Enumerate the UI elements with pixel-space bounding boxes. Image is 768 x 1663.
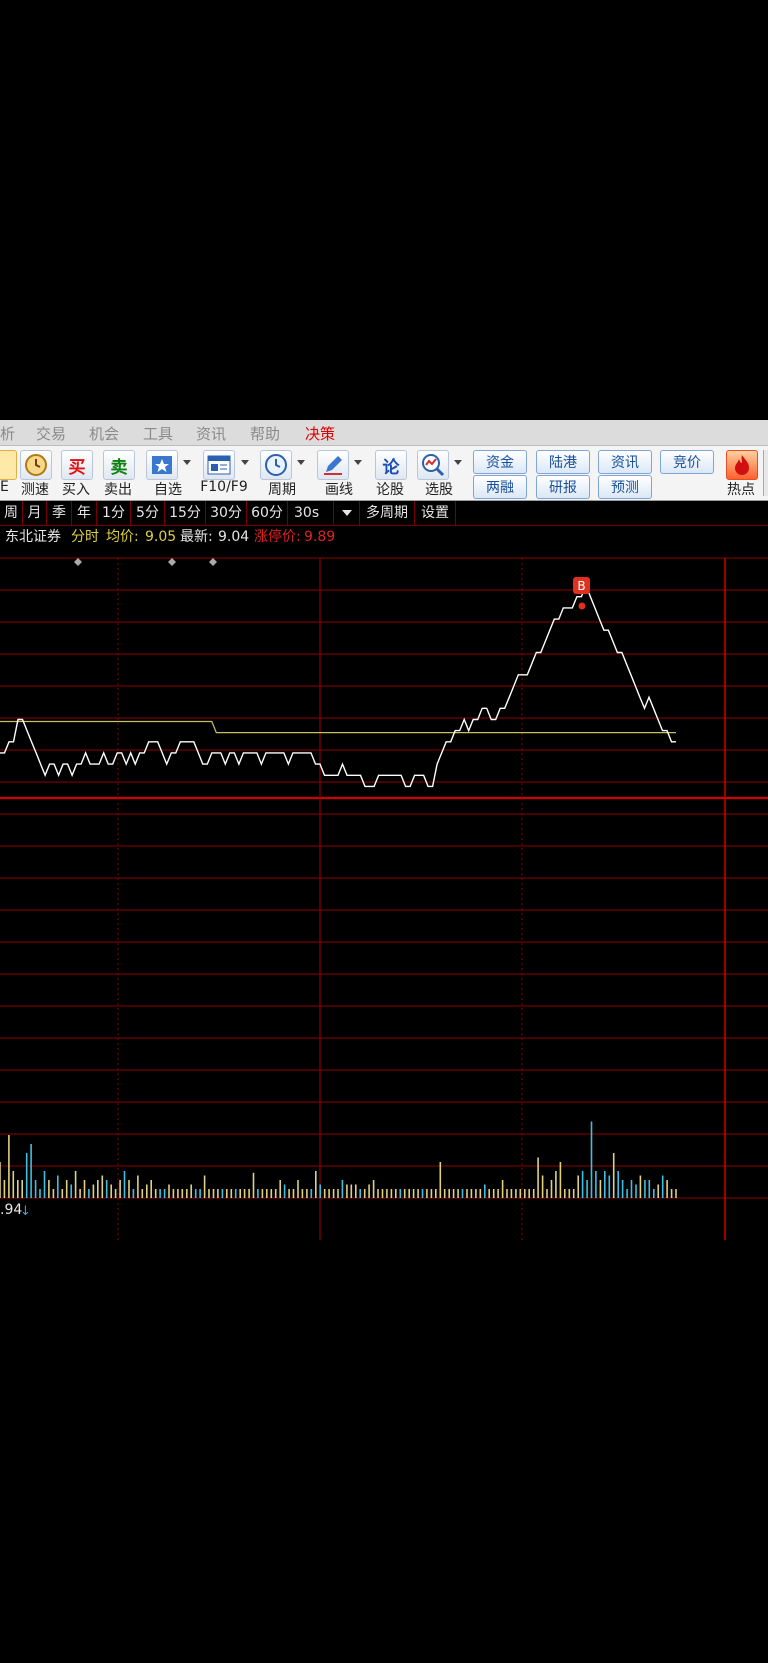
pill-research[interactable]: 研报	[536, 475, 590, 499]
tab-60min[interactable]: 60分	[247, 501, 288, 525]
buy-icon: 买	[61, 450, 93, 480]
sell-icon: 卖	[103, 450, 135, 480]
draw-line-dropdown-arrow[interactable]	[354, 460, 362, 465]
event-diamond[interactable]	[209, 558, 217, 566]
watchlist-label: 自选	[154, 482, 182, 498]
watchlist-button[interactable]: 自选	[143, 448, 195, 498]
toolbar-label-partial: E	[0, 479, 9, 495]
average-price-line	[0, 720, 676, 734]
pill-auction[interactable]: 竞价	[660, 450, 714, 474]
event-diamond[interactable]	[168, 558, 176, 566]
pill-funds[interactable]: 资金	[473, 450, 527, 474]
limit-up-value: 9.89	[304, 529, 336, 545]
volume-bars	[0, 1121, 677, 1198]
draw-line-label: 画线	[325, 482, 353, 498]
toolbar-button-partial[interactable]: E	[0, 448, 17, 498]
f10-label: F10/F9	[200, 479, 248, 495]
event-markers	[74, 558, 217, 566]
tab-settings[interactable]: 设置	[415, 501, 456, 525]
draw-line-button[interactable]: 画线	[315, 448, 365, 498]
menu-analysis[interactable]: 析	[0, 423, 15, 444]
hot-label: 热点	[727, 482, 755, 498]
tab-year[interactable]: 年	[72, 501, 97, 525]
magnifier-chart-icon	[417, 450, 449, 480]
buy-button[interactable]: 买 买入	[57, 448, 95, 498]
buy-marker[interactable]: B	[573, 577, 590, 610]
f10-button[interactable]: F10/F9	[200, 448, 252, 498]
discuss-icon: 论	[375, 450, 407, 480]
stock-name: 东北证券	[5, 529, 61, 545]
f10-icon	[203, 450, 235, 480]
pencil-icon	[317, 450, 349, 480]
mode-label: 分时	[71, 529, 99, 545]
avg-price-label: 均价:	[106, 529, 139, 545]
tab-quarter[interactable]: 季	[47, 501, 72, 525]
tab-month[interactable]: 月	[23, 501, 47, 525]
footer-price-value: .94	[0, 1202, 22, 1218]
period-tabs: 周 月 季 年 1分 5分 15分 30分 60分 30s 多周期 设置	[0, 501, 768, 526]
menu-tools[interactable]: 工具	[143, 423, 173, 444]
speed-test-label: 测速	[21, 482, 49, 498]
buy-label: 买入	[62, 482, 90, 498]
partial-icon	[0, 450, 17, 480]
menu-bar: 析 交易 机会 工具 资讯 帮助 决策	[0, 420, 768, 446]
watchlist-dropdown-arrow[interactable]	[183, 460, 191, 465]
pill-news[interactable]: 资讯	[598, 450, 652, 474]
buy-marker-dot	[578, 602, 586, 610]
period-label: 周期	[268, 482, 296, 498]
avg-price-value: 9.05	[145, 529, 177, 545]
last-price-value: 9.04	[218, 529, 250, 545]
menu-news[interactable]: 资讯	[196, 423, 226, 444]
star-icon	[146, 450, 178, 480]
period-clock-icon	[260, 450, 292, 480]
limit-up-label: 涨停价:	[254, 529, 301, 545]
menu-decision[interactable]: 决策	[305, 423, 335, 444]
toolbar: E 测速 买 买入 卖 卖出 自选 F10/F9 周期 画线 论 论股 选股 资…	[0, 446, 768, 501]
buy-marker-label: B	[577, 579, 585, 593]
speed-test-button[interactable]: 测速	[16, 448, 54, 498]
event-diamond[interactable]	[74, 558, 82, 566]
discuss-label: 论股	[376, 482, 404, 498]
tab-15min[interactable]: 15分	[165, 501, 206, 525]
menu-trade[interactable]: 交易	[36, 423, 66, 444]
pill-margin[interactable]: 两融	[473, 475, 527, 499]
hot-button[interactable]: 热点	[722, 448, 760, 498]
stock-picker-label: 选股	[425, 482, 453, 498]
toolbar-overflow-edge	[763, 450, 768, 496]
pill-forecast[interactable]: 预测	[598, 475, 652, 499]
tab-1min[interactable]: 1分	[97, 501, 131, 525]
tab-week[interactable]: 周	[0, 501, 23, 525]
tab-30min[interactable]: 30分	[206, 501, 247, 525]
hot-icon	[726, 450, 758, 480]
stock-picker-dropdown-arrow[interactable]	[454, 460, 462, 465]
sell-label: 卖出	[104, 482, 132, 498]
quote-info-bar: 东北证券 分时 均价: 9.05 最新: 9.04 涨停价: 9.89	[0, 526, 768, 548]
menu-help[interactable]: 帮助	[250, 423, 280, 444]
pill-hk-connect[interactable]: 陆港	[536, 450, 590, 474]
sell-button[interactable]: 卖 卖出	[99, 448, 137, 498]
period-dropdown-arrow[interactable]	[297, 460, 305, 465]
period-button[interactable]: 周期	[258, 448, 308, 498]
chart-grid	[0, 557, 768, 1240]
tab-multi-period[interactable]: 多周期	[360, 501, 415, 525]
stock-picker-button[interactable]: 选股	[415, 448, 465, 498]
f10-dropdown-arrow[interactable]	[241, 460, 249, 465]
period-dropdown[interactable]	[335, 501, 360, 525]
clock-icon	[20, 450, 52, 480]
tab-5min[interactable]: 5分	[131, 501, 165, 525]
last-price-label: 最新:	[180, 529, 213, 545]
chevron-down-icon	[342, 510, 352, 516]
discuss-button[interactable]: 论 论股	[371, 448, 409, 498]
menu-opportunity[interactable]: 机会	[89, 423, 119, 444]
down-arrow-icon: ↓	[20, 1204, 31, 1219]
intraday-chart[interactable]: B .94 ↓	[0, 550, 768, 1272]
tab-30s[interactable]: 30s	[288, 501, 334, 525]
